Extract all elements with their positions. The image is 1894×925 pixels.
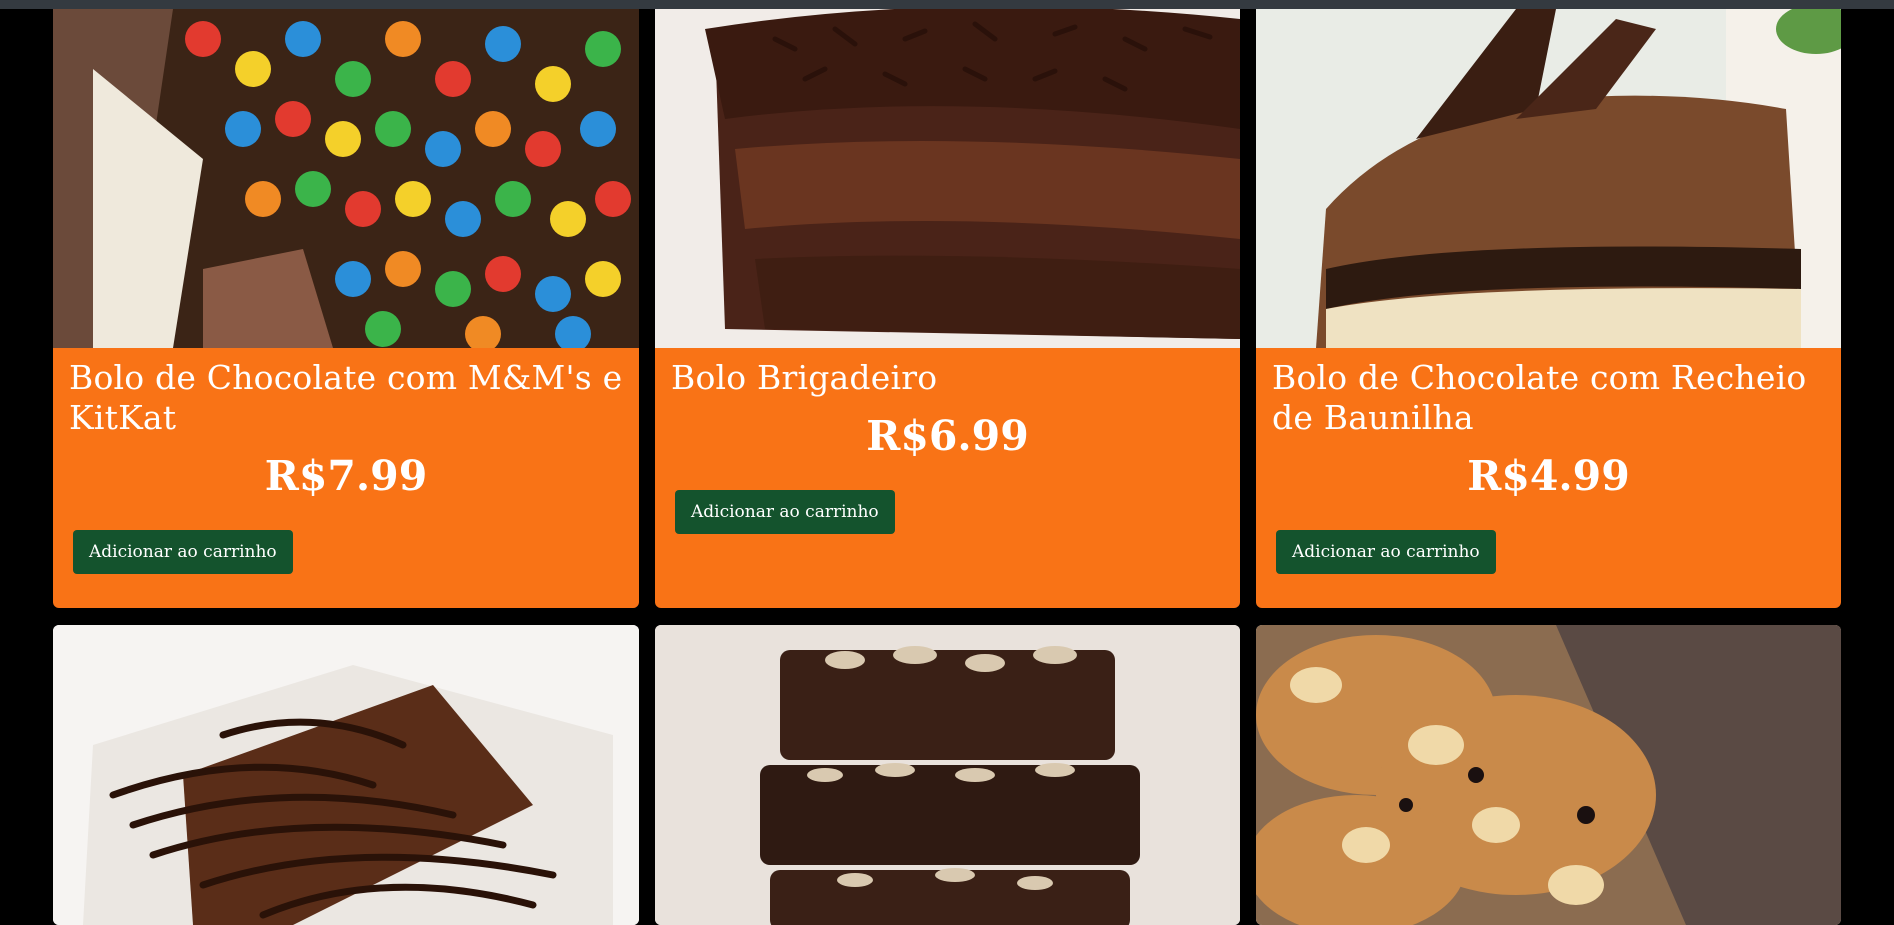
product-card: Bolo de Chocolate com Recheio de Baunilh… — [1256, 9, 1841, 608]
add-to-cart-button[interactable]: Adicionar ao carrinho — [73, 530, 293, 574]
product-card-body: Bolo de Chocolate com Recheio de Baunilh… — [1256, 348, 1841, 608]
add-to-cart-button[interactable]: Adicionar ao carrinho — [1276, 530, 1496, 574]
product-card — [53, 625, 639, 925]
add-to-cart-button[interactable]: Adicionar ao carrinho — [675, 490, 895, 534]
product-image — [1256, 625, 1841, 925]
product-card: Bolo Brigadeiro R$6.99 Adicionar ao carr… — [655, 9, 1240, 608]
product-image — [53, 625, 639, 925]
product-title: Bolo Brigadeiro — [671, 358, 938, 397]
product-price: R$6.99 — [866, 412, 1029, 460]
product-image — [655, 9, 1240, 348]
product-price: R$4.99 — [1467, 452, 1630, 500]
product-card — [1256, 625, 1841, 925]
product-image — [1256, 9, 1841, 348]
top-navbar-edge — [0, 0, 1894, 9]
product-image — [53, 9, 639, 348]
product-grid: Bolo de Chocolate com M&M's e KitKat R$7… — [53, 9, 1841, 925]
product-card-body: Bolo Brigadeiro R$6.99 Adicionar ao carr… — [655, 348, 1240, 608]
product-card: Bolo de Chocolate com M&M's e KitKat R$7… — [53, 9, 639, 608]
product-image — [655, 625, 1240, 925]
product-price: R$7.99 — [264, 452, 428, 500]
product-title: Bolo de Chocolate com M&M's e KitKat — [69, 358, 623, 437]
product-card — [655, 625, 1240, 925]
product-title: Bolo de Chocolate com Recheio de Baunilh… — [1272, 358, 1807, 437]
product-card-body: Bolo de Chocolate com M&M's e KitKat R$7… — [53, 348, 639, 608]
